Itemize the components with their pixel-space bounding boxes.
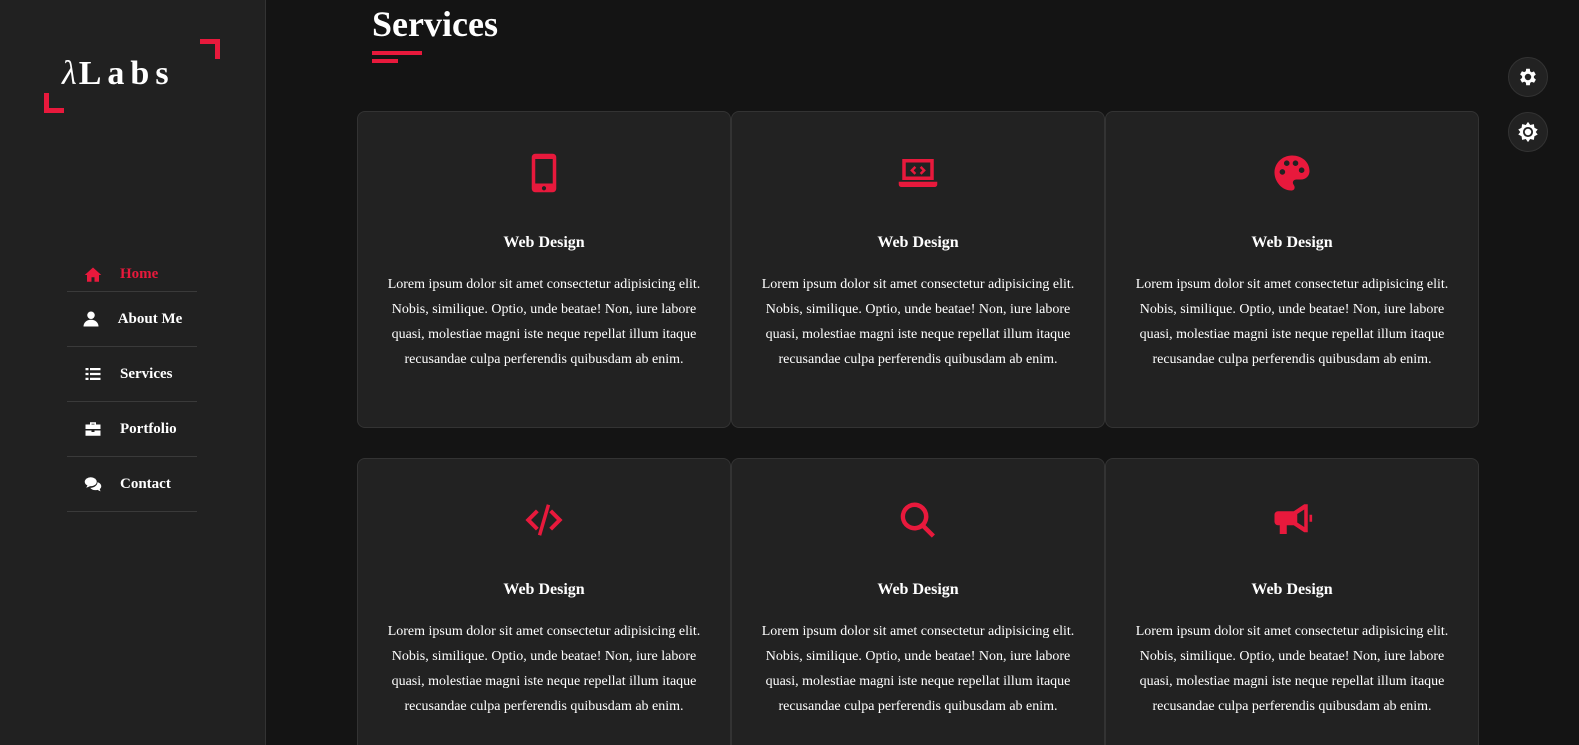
list-icon [85, 368, 101, 380]
service-title: Web Design [1251, 234, 1333, 251]
service-title: Web Design [877, 234, 959, 251]
service-description: Lorem ipsum dolor sit amet consectetur a… [1135, 624, 1449, 714]
search-icon [732, 499, 1104, 541]
nav-item-label: Home [120, 266, 159, 282]
service-card[interactable]: Web Design Lorem ipsum dolor sit amet co… [1105, 111, 1479, 428]
title-underline-short [372, 59, 398, 63]
title-underline [372, 51, 422, 55]
nav-item-about[interactable]: About Me [67, 292, 197, 347]
sun-icon [1518, 121, 1538, 143]
theme-toggle-button[interactable] [1508, 112, 1548, 152]
logo-lambda: λ [62, 55, 79, 92]
home-icon [84, 267, 102, 282]
sidebar: λLabs Home About Me Services Portfolio C… [0, 0, 266, 745]
nav-item-label: Portfolio [120, 420, 177, 437]
logo-text: λLabs [62, 55, 175, 93]
laptop-code-icon [732, 152, 1104, 194]
nav-item-label: Services [120, 365, 173, 382]
comments-icon [84, 477, 102, 492]
service-title: Web Design [1251, 581, 1333, 598]
bullhorn-icon [1106, 499, 1478, 541]
service-title: Web Design [877, 581, 959, 598]
service-card[interactable]: Web Design Lorem ipsum dolor sit amet co… [357, 458, 731, 745]
mobile-icon [358, 152, 730, 194]
service-description: Lorem ipsum dolor sit amet consectetur a… [387, 277, 701, 367]
nav-item-home[interactable]: Home [67, 258, 197, 292]
service-card[interactable]: Web Design Lorem ipsum dolor sit amet co… [1105, 458, 1479, 745]
code-icon [358, 499, 730, 541]
service-description: Lorem ipsum dolor sit amet consectetur a… [1135, 277, 1449, 367]
user-icon [83, 311, 99, 327]
service-description: Lorem ipsum dolor sit amet consectetur a… [761, 277, 1075, 367]
nav-item-label: About Me [117, 310, 183, 327]
logo-corner-top-right [200, 39, 220, 59]
briefcase-icon [85, 422, 101, 436]
service-title: Web Design [503, 234, 585, 251]
nav-item-services[interactable]: Services [67, 347, 197, 402]
nav-item-contact[interactable]: Contact [67, 457, 197, 512]
logo-word: Labs [78, 55, 175, 92]
service-title: Web Design [503, 581, 585, 598]
main-nav: Home About Me Services Portfolio Contact [67, 258, 197, 512]
service-description: Lorem ipsum dolor sit amet consectetur a… [761, 624, 1075, 714]
palette-icon [1106, 152, 1478, 194]
service-card[interactable]: Web Design Lorem ipsum dolor sit amet co… [357, 111, 731, 428]
service-card[interactable]: Web Design Lorem ipsum dolor sit amet co… [731, 458, 1105, 745]
nav-item-portfolio[interactable]: Portfolio [67, 402, 197, 457]
nav-item-label: Contact [120, 475, 171, 492]
service-card[interactable]: Web Design Lorem ipsum dolor sit amet co… [731, 111, 1105, 428]
gear-icon [1520, 68, 1536, 86]
service-description: Lorem ipsum dolor sit amet consectetur a… [387, 624, 701, 714]
settings-button[interactable] [1508, 57, 1548, 97]
page-title: Services [372, 4, 498, 44]
logo[interactable]: λLabs [44, 39, 220, 113]
logo-corner-bottom-left [44, 93, 64, 113]
services-grid: Web Design Lorem ipsum dolor sit amet co… [357, 111, 1479, 745]
